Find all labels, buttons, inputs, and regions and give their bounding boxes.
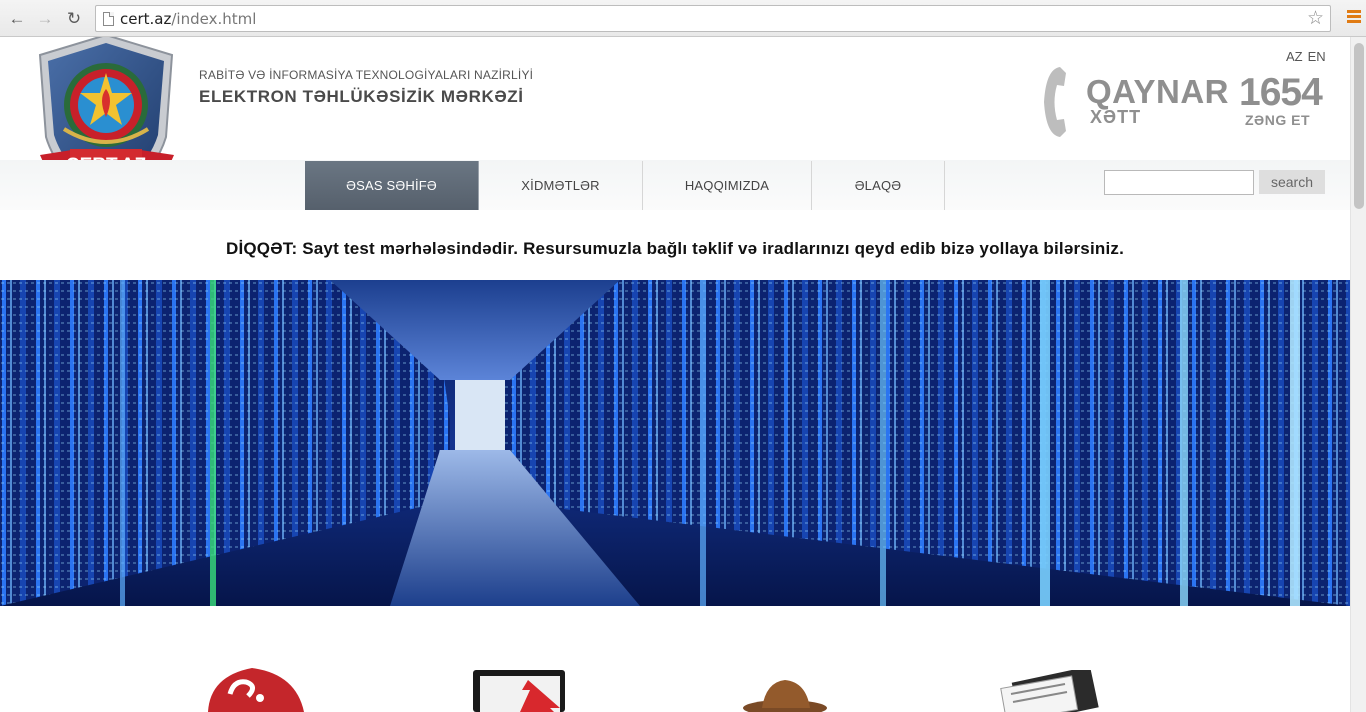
hotline-call-label: ZƏNG ET bbox=[1245, 112, 1310, 128]
search-input[interactable] bbox=[1104, 170, 1254, 195]
search-button[interactable]: search bbox=[1259, 170, 1325, 194]
phone-handset-icon bbox=[1044, 67, 1066, 137]
page-icon bbox=[103, 12, 114, 26]
center-name: ELEKTRON TƏHLÜKƏSİZİK MƏRKƏZİ bbox=[199, 87, 524, 106]
hotline-banner[interactable]: QAYNAR XƏTT 1654 ZƏNG ET bbox=[1036, 63, 1336, 143]
hat-icon[interactable] bbox=[740, 674, 830, 712]
hotline-title: QAYNAR bbox=[1086, 73, 1229, 110]
nav-item-about[interactable]: HAQQIMIZDA bbox=[643, 161, 812, 210]
forward-arrow-icon[interactable]: → bbox=[34, 8, 56, 30]
reload-icon[interactable]: ↻ bbox=[63, 8, 85, 30]
question-dice-icon[interactable] bbox=[200, 666, 310, 712]
address-bar[interactable]: cert.az/index.html ☆ bbox=[95, 5, 1331, 32]
url-path: /index.html bbox=[171, 10, 257, 28]
nav-item-home[interactable]: ƏSAS SƏHİFƏ bbox=[305, 161, 479, 210]
tablet-arrow-icon[interactable] bbox=[470, 668, 570, 712]
scrollbar-thumb[interactable] bbox=[1354, 43, 1364, 209]
back-arrow-icon[interactable]: ← bbox=[6, 8, 28, 30]
lang-az-link[interactable]: AZ bbox=[1286, 49, 1303, 64]
ministry-name: RABİTƏ VƏ İNFORMASİYA TEXNOLOGİYALARI NA… bbox=[199, 68, 534, 82]
hotline-subtitle: XƏTT bbox=[1090, 107, 1142, 127]
address-url[interactable]: cert.az/index.html bbox=[120, 10, 256, 28]
hotline-number: 1654 bbox=[1239, 71, 1323, 114]
nav-item-contact[interactable]: ƏLAQƏ bbox=[812, 161, 945, 210]
web-page: CERT.AZ RABİTƏ VƏ İNFORMASİYA TEXNOLOGİY… bbox=[0, 37, 1350, 712]
nav-item-services[interactable]: XİDMƏTLƏR bbox=[479, 161, 643, 210]
features-row bbox=[0, 662, 1350, 712]
language-switcher: AZ EN bbox=[1286, 49, 1331, 64]
browser-menu-icon[interactable] bbox=[1347, 10, 1361, 25]
bookmark-star-icon[interactable]: ☆ bbox=[1307, 7, 1324, 30]
url-host: cert.az bbox=[120, 10, 172, 28]
documents-clipboard-icon[interactable] bbox=[995, 670, 1110, 712]
hero-datacenter-image bbox=[0, 280, 1350, 606]
browser-toolbar: ← → ↻ cert.az/index.html ☆ bbox=[0, 0, 1366, 37]
lang-en-link[interactable]: EN bbox=[1308, 49, 1326, 64]
page-scrollbar[interactable] bbox=[1350, 37, 1366, 712]
notice-text: DİQQƏT: Sayt test mərhələsindədir. Resur… bbox=[225, 239, 1125, 258]
